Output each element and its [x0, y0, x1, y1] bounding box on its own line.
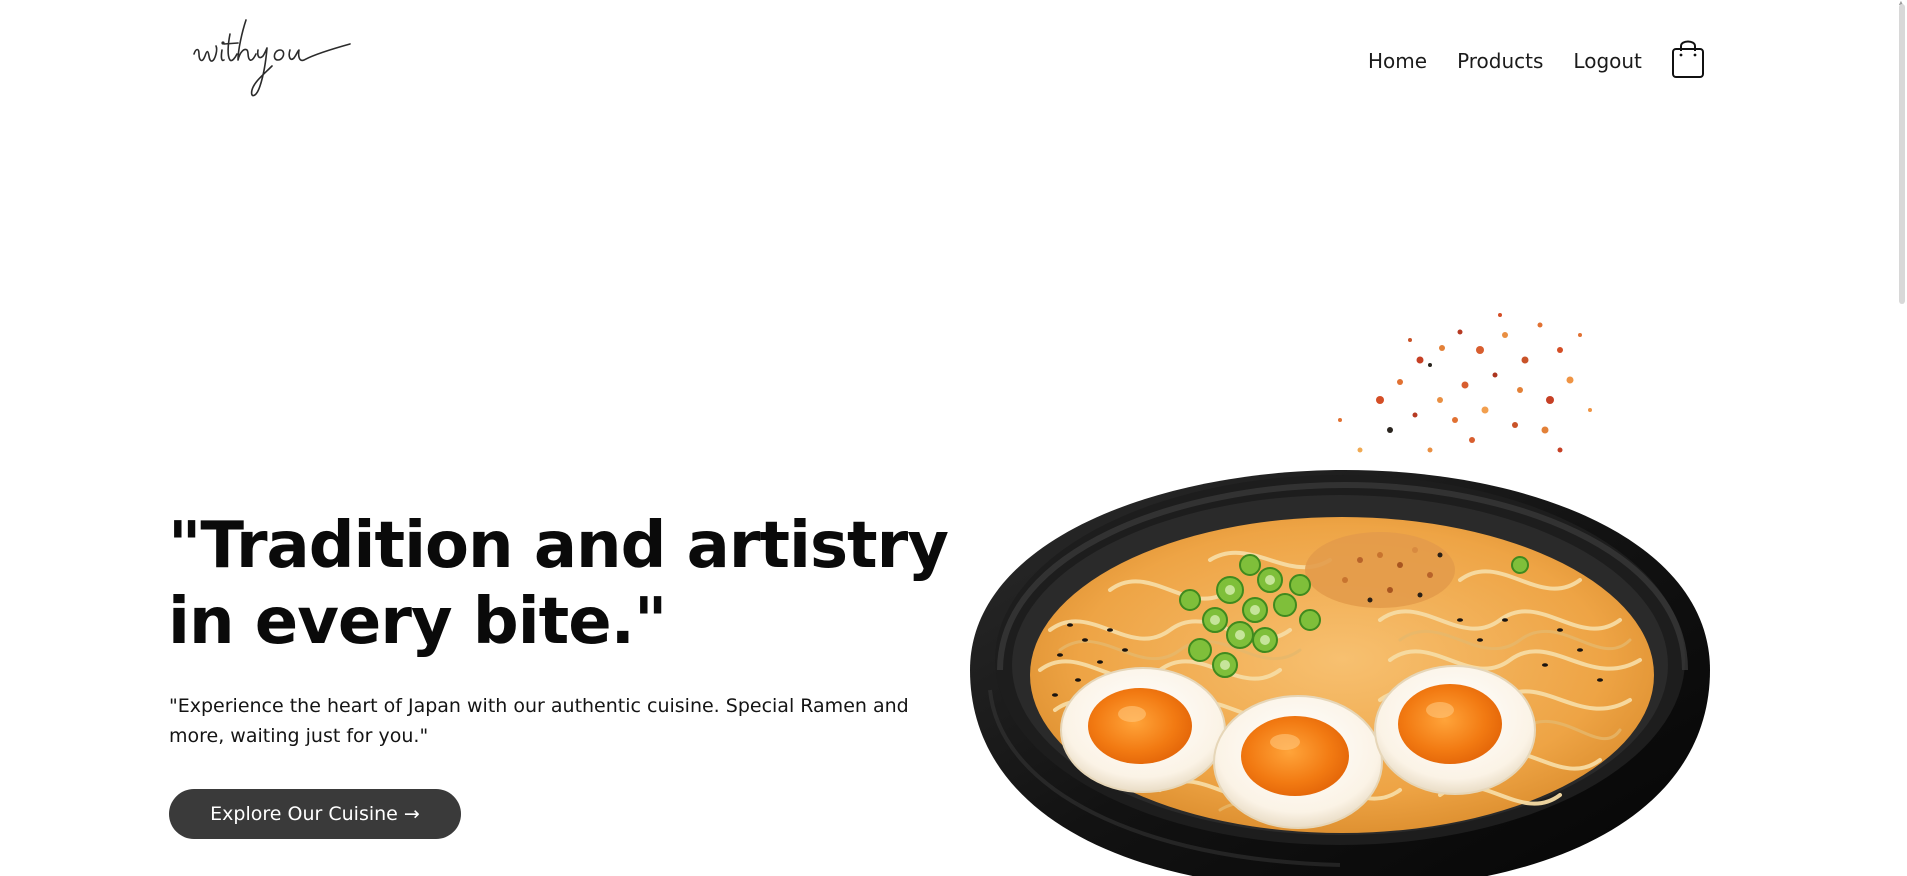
explore-cuisine-button[interactable]: Explore Our Cuisine →: [169, 789, 461, 839]
hero-subtext: "Experience the heart of Japan with our …: [169, 695, 909, 747]
shopping-bag-icon[interactable]: [1671, 37, 1705, 79]
spice-pile: [1305, 532, 1455, 608]
main-nav: Home Products Logout: [1368, 46, 1672, 76]
nav-products-link[interactable]: Products: [1457, 46, 1543, 76]
nav-home-link[interactable]: Home: [1368, 46, 1427, 76]
landing-page: withyou Home Products Logout "Tradition …: [0, 0, 1907, 876]
ramen-bowl-image: [970, 313, 1710, 876]
spice-particles: [1338, 313, 1592, 453]
page-scrollbar[interactable]: ▲: [1895, 0, 1907, 876]
nav-logout-link[interactable]: Logout: [1573, 46, 1641, 76]
hero-headline: "Tradition and artistry in every bite.": [168, 509, 949, 659]
scrollbar-thumb[interactable]: [1899, 4, 1905, 304]
brand-logo[interactable]: withyou: [190, 10, 360, 105]
